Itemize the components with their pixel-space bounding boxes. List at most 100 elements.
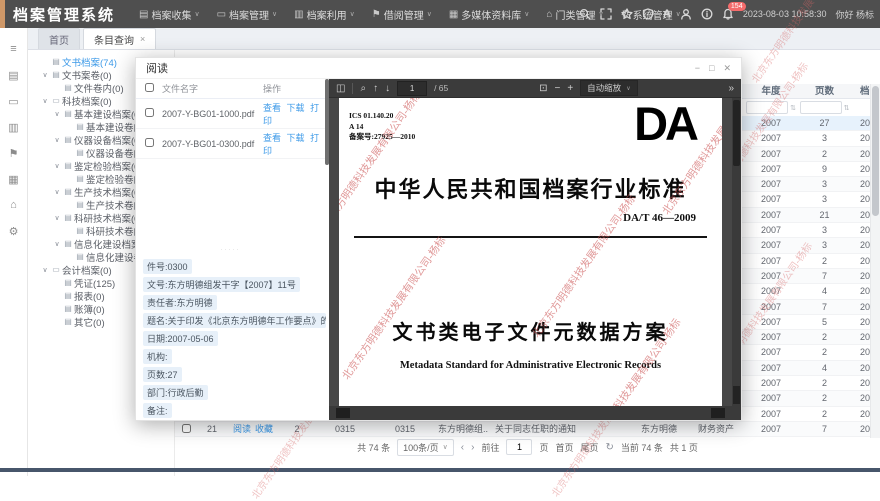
favorite-link[interactable]: 收藏 — [255, 424, 273, 434]
page-up-icon[interactable]: ↑ — [373, 79, 378, 98]
sidebar-toggle-icon[interactable]: ◫ — [336, 79, 345, 98]
font-size-icon[interactable]: A — [663, 8, 671, 20]
topbar-icons: A 154 2023-08-03 10:58:30 你好 杨标 — [579, 0, 874, 28]
rail-manage[interactable]: ▭ — [0, 88, 28, 114]
rail-borrow[interactable]: ⚑ — [0, 140, 28, 166]
splitter-handle[interactable] — [136, 247, 325, 253]
tree-caret-icon[interactable]: ∨ — [52, 188, 62, 196]
tree-caret-icon[interactable]: ∨ — [52, 162, 62, 170]
find-icon[interactable]: ⌕ — [360, 79, 366, 98]
rail-icon-glyph: ⚙ — [9, 225, 19, 238]
download-link[interactable]: 下载 — [287, 103, 305, 113]
sort-icon[interactable]: ⇅ — [844, 104, 850, 112]
file-ops-header: 操作 — [263, 82, 329, 95]
row-index: 21 — [197, 422, 227, 436]
tree-caret-icon[interactable]: ∨ — [52, 110, 62, 118]
scrollbar-thumb[interactable] — [733, 386, 740, 404]
2007-Y-BG01-0300.pdf[interactable]: 2007-Y-BG01-0300.pdf 查看 下载 打印 — [136, 129, 329, 159]
rail-use[interactable]: ▥ — [0, 114, 28, 140]
page-size-select[interactable]: 100条/页 ∨ — [397, 439, 454, 456]
toolbar-more-icon[interactable]: » — [728, 79, 734, 98]
tab-home[interactable]: 首页 — [38, 28, 80, 49]
user-icon[interactable] — [680, 8, 692, 20]
tree-caret-icon[interactable]: ∨ — [40, 71, 50, 79]
prev-page-button[interactable]: ‹ — [461, 442, 464, 453]
chevron-down-icon: ∨ — [443, 443, 448, 451]
fit-page-icon[interactable]: ⊡ — [539, 79, 547, 98]
last-page-link[interactable]: 尾页 — [580, 441, 598, 454]
file-checkbox[interactable] — [145, 138, 154, 147]
view-link[interactable]: 查看 — [263, 133, 281, 143]
table-scrollbar[interactable] — [870, 84, 880, 438]
row-checkbox-cell — [175, 422, 197, 436]
pdf-horizontal-scrollbar[interactable] — [329, 406, 732, 420]
row-checkbox[interactable] — [182, 424, 191, 433]
user-greeting[interactable]: 你好 杨标 — [835, 8, 874, 21]
row-year: 2007 — [745, 330, 797, 344]
nav-borrow-manage[interactable]: ⚑ 借阅管理 ∨ — [368, 7, 436, 22]
doc-da-logo: DA — [634, 98, 696, 151]
download-link[interactable]: 下载 — [287, 133, 305, 143]
maximize-icon[interactable]: □ — [709, 63, 714, 74]
row-pages: 3 — [797, 177, 852, 191]
first-page-link[interactable]: 首页 — [555, 441, 573, 454]
view-link[interactable]: 查看 — [263, 103, 281, 113]
rail-menu[interactable]: ≡ — [0, 36, 28, 62]
pdf-page: ICS 01.140.20 A 14 备案号:27925—2010 DA 中华人… — [339, 98, 722, 406]
tree-caret-icon[interactable]: ∨ — [40, 266, 50, 274]
fullscreen-icon[interactable] — [600, 8, 612, 20]
metadata-value: 东方明德 — [177, 298, 213, 308]
scrollbar-thumb[interactable] — [336, 408, 350, 418]
info-icon[interactable] — [701, 8, 713, 20]
tree-node-icon: ▤ — [74, 226, 86, 235]
zoom-in-icon[interactable]: + — [567, 79, 573, 98]
scrollbar-thumb[interactable] — [711, 408, 725, 418]
zoom-out-icon[interactable]: − — [554, 79, 560, 98]
metadata-item: 日期:2007-05-06 — [143, 329, 326, 347]
filter-year-input[interactable] — [746, 101, 788, 114]
nav-item-icon: ▦ — [449, 9, 458, 20]
page-down-icon[interactable]: ↓ — [385, 79, 390, 98]
tree-node-icon: ▭ — [50, 265, 62, 274]
tree-caret-icon[interactable]: ∨ — [52, 136, 62, 144]
tree-caret-icon[interactable]: ∨ — [52, 240, 62, 248]
refresh-icon[interactable]: ↻ — [606, 442, 614, 453]
2007-Y-BG01-1000.pdf[interactable]: 2007-Y-BG01-1000.pdf 查看 下载 打印 — [136, 99, 329, 129]
filter-pages-input[interactable] — [800, 101, 842, 114]
sort-icon[interactable]: ⇅ — [790, 104, 796, 112]
tab-close-icon[interactable]: × — [140, 34, 145, 44]
nav-archive-use[interactable]: ▥ 档案利用 ∨ — [290, 7, 359, 22]
close-icon[interactable]: ✕ — [723, 63, 731, 74]
row-year: 2007 — [745, 116, 797, 130]
table-row[interactable]: 21 阅读收藏 2 0315 0315 东方明德组.. 关于同志任职的通知 东方… — [175, 422, 880, 437]
tree-caret-icon[interactable]: ∨ — [40, 97, 50, 105]
read-link[interactable]: 阅读 — [233, 424, 251, 434]
row-pages: 27 — [797, 116, 852, 130]
next-page-button[interactable]: › — [471, 442, 474, 453]
zoom-select[interactable]: 自动缩放 ∨ — [580, 80, 637, 96]
search-icon[interactable] — [579, 8, 591, 20]
rail-media[interactable]: ▦ — [0, 166, 28, 192]
rail-category[interactable]: ⌂ — [0, 192, 28, 218]
rail-system[interactable]: ⚙ — [0, 218, 28, 244]
tab-entry-query[interactable]: 条目查询 × — [83, 28, 156, 49]
rail-icon-glyph: ▭ — [8, 95, 18, 108]
nav-media-library[interactable]: ▦ 多媒体资料库 ∨ — [445, 7, 534, 22]
row-year: 2007 — [745, 300, 797, 314]
shield-icon[interactable] — [642, 8, 654, 20]
star-icon[interactable] — [621, 8, 633, 20]
scrollbar-thumb[interactable] — [872, 86, 879, 216]
pdf-vertical-scrollbar[interactable] — [732, 98, 741, 420]
nav-archive-collect[interactable]: ▤ 档案收集 ∨ — [135, 7, 204, 22]
scrollbar-thumb[interactable] — [733, 100, 740, 166]
tab-bar: 首页 条目查询 × — [28, 28, 880, 50]
file-checkbox[interactable] — [145, 108, 154, 117]
minimize-icon[interactable]: − — [695, 63, 700, 74]
nav-archive-manage[interactable]: ▭ 档案管理 ∨ — [213, 7, 282, 22]
rail-collect[interactable]: ▤ — [0, 62, 28, 88]
tree-caret-icon[interactable]: ∨ — [52, 214, 62, 222]
goto-page-input[interactable] — [506, 439, 532, 455]
page-number-input[interactable] — [397, 81, 427, 96]
file-select-all-checkbox[interactable] — [145, 83, 154, 92]
notification-bell[interactable]: 154 — [722, 8, 734, 20]
